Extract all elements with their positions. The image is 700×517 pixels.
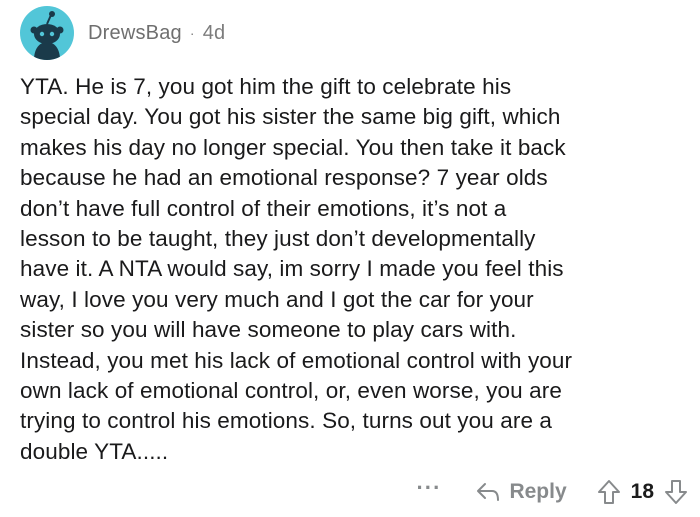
comment-header: DrewsBag · 4d <box>20 6 225 60</box>
comment-body-line: way, I love you very much and I got the … <box>20 286 534 312</box>
comment-body-line: Instead, you met his lack of emotional c… <box>20 347 573 373</box>
comment-body-line: because he had an emotional response? 7 … <box>20 165 548 191</box>
comment-body-line: have it. A NTA would say, im sorry I mad… <box>20 256 564 282</box>
username[interactable]: DrewsBag <box>88 22 182 45</box>
reply-button[interactable]: Reply <box>475 480 567 504</box>
comment-body-line: trying to control his emotions. So, turn… <box>20 408 553 434</box>
comment-body-line: double YTA..... <box>20 438 169 464</box>
downvote-arrow-icon[interactable] <box>664 479 688 505</box>
upvote-arrow-icon[interactable] <box>597 479 621 505</box>
vote-score: 18 <box>630 480 654 503</box>
vote-controls: 18 <box>597 479 688 505</box>
comment-body-line: YTA. He is 7, you got him the gift to ce… <box>20 74 512 99</box>
comment-age: 4d <box>202 21 226 44</box>
reply-arrow-icon <box>477 483 500 501</box>
avatar[interactable] <box>20 6 74 60</box>
comment: DrewsBag · 4d YTA. He is 7, you got him … <box>0 0 700 517</box>
snoo-avatar-icon <box>30 11 64 60</box>
reply-label: Reply <box>509 480 567 503</box>
comment-body-line: own lack of emotional control, or, even … <box>20 378 562 404</box>
comment-body-line: makes his day no longer special. You the… <box>20 134 566 160</box>
comment-body: YTA. He is 7, you got him the gift to ce… <box>20 72 690 467</box>
comment-meta: DrewsBag · 4d <box>88 22 225 45</box>
meta-separator: · <box>189 25 195 41</box>
comment-body-line: sister so you will have someone to play … <box>20 317 517 343</box>
comment-actions: ··· Reply 18 <box>416 474 688 510</box>
more-options-button[interactable]: ··· <box>416 475 441 501</box>
comment-body-line: special day. You got his sister the same… <box>20 104 561 130</box>
comment-body-line: lesson to be taught, they just don’t dev… <box>20 226 536 252</box>
comment-body-line: don’t have full control of their emotion… <box>20 195 507 221</box>
